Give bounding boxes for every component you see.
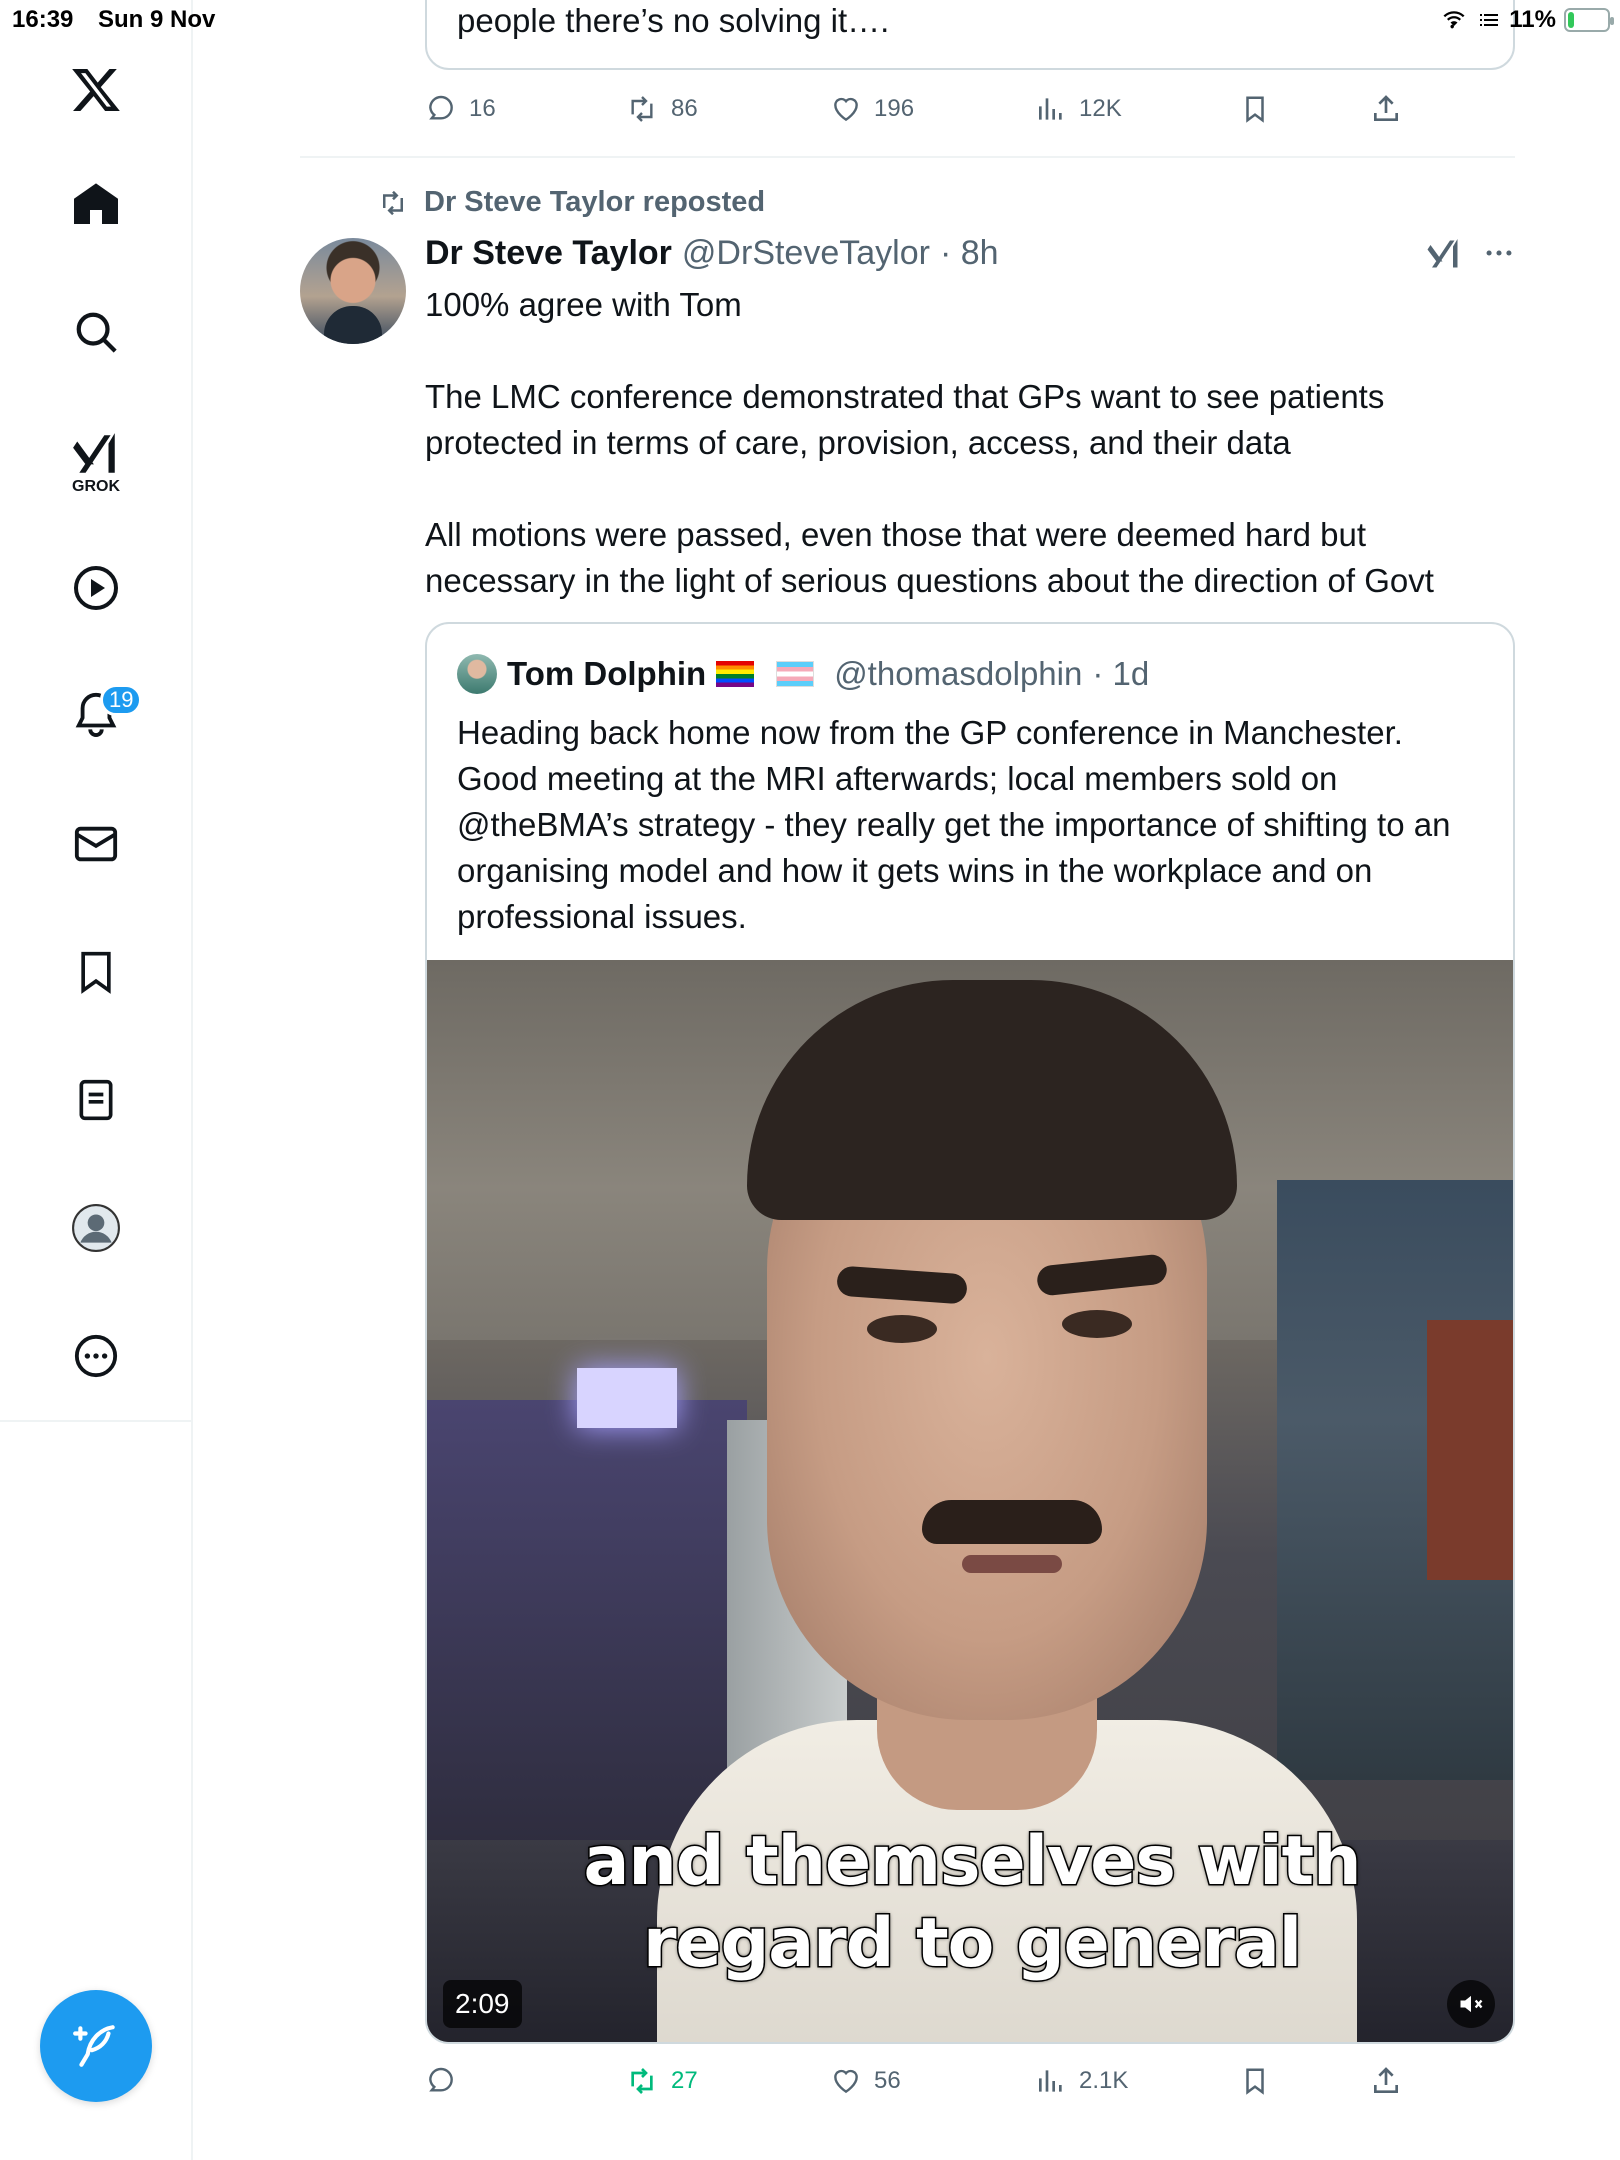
views-count: 12K <box>1079 95 1122 122</box>
views-chart-icon <box>1039 2070 1062 2092</box>
tweet-time[interactable]: · 8h <box>940 234 999 273</box>
tweet-text-paragraph: All motions were passed, even those that… <box>425 516 1434 599</box>
author-handle[interactable]: @DrSteveTaylor <box>682 234 930 273</box>
tweet-text-paragraph: The LMC conference demonstrated that GPs… <box>425 378 1385 461</box>
video-play-icon[interactable] <box>66 558 126 618</box>
search-icon[interactable] <box>66 302 126 362</box>
grok-explain-icon[interactable] <box>1426 236 1462 277</box>
repost-count: 27 <box>671 2067 698 2094</box>
repost-count: 86 <box>671 95 698 122</box>
lists-icon[interactable] <box>66 1070 126 1130</box>
more-options-icon[interactable] <box>66 1326 126 1386</box>
mute-button[interactable] <box>1447 1980 1495 2028</box>
like-button[interactable]: 196 <box>830 93 914 125</box>
status-date: Sun 9 Nov <box>98 6 216 33</box>
x-logo-icon[interactable] <box>66 60 126 120</box>
trans-flag-icon <box>776 661 815 687</box>
video-background-screen <box>577 1368 677 1428</box>
heart-icon <box>834 2069 858 2094</box>
sidebar: GROK 19 <box>0 0 193 2160</box>
views-button[interactable]: 2.1K <box>1035 2065 1128 2097</box>
bookmarks-icon[interactable] <box>66 942 126 1002</box>
share-button[interactable] <box>1370 2065 1402 2097</box>
messages-envelope-icon[interactable] <box>66 814 126 874</box>
repost-icon <box>383 190 403 215</box>
list-icon <box>1480 14 1499 26</box>
repost-button[interactable]: 27 <box>625 2065 698 2097</box>
quote-author-handle[interactable]: @thomasdolphin <box>834 655 1082 693</box>
reply-button[interactable] <box>425 2065 469 2097</box>
tweet-text-paragraph: 100% agree with Tom <box>425 286 742 323</box>
battery-icon <box>1564 8 1614 32</box>
repost-context-label: Dr Steve Taylor reposted <box>424 186 766 218</box>
video-caption-line: and themselves with <box>582 1821 1363 1903</box>
video-person-eye <box>1062 1310 1132 1338</box>
tweet-actions: 27 56 2.1K <box>425 2056 1515 2106</box>
repost-context[interactable]: Dr Steve Taylor reposted <box>376 186 765 219</box>
share-upload-icon <box>1374 95 1398 121</box>
video-person-mouth <box>962 1555 1062 1573</box>
reply-button[interactable]: 16 <box>425 93 496 125</box>
grok-icon[interactable] <box>66 424 126 484</box>
notifications-badge: 19 <box>100 684 143 716</box>
wifi-icon <box>1443 11 1465 29</box>
rainbow-flag-icon <box>716 661 755 687</box>
quote-author-name[interactable]: Tom Dolphin <box>507 655 706 693</box>
sidebar-divider <box>0 1420 193 1422</box>
views-count: 2.1K <box>1079 2067 1129 2094</box>
video-background-building <box>1427 1320 1513 1580</box>
status-time: 16:39 <box>12 6 74 33</box>
repost-button[interactable]: 86 <box>625 93 698 125</box>
status-right: 11% <box>1439 6 1614 34</box>
home-icon[interactable] <box>66 174 126 234</box>
tweet-header: Dr Steve Taylor @DrSteveTaylor · 8h <box>425 234 999 273</box>
video-person-mustache <box>922 1500 1102 1544</box>
like-count: 56 <box>874 2067 901 2094</box>
views-button[interactable]: 12K <box>1035 93 1122 125</box>
reply-bubble-icon <box>429 2067 453 2092</box>
bookmark-icon <box>1246 96 1264 123</box>
reply-count: 16 <box>469 95 496 122</box>
quote-time[interactable]: · 1d <box>1092 655 1149 693</box>
video-player[interactable]: and themselves with regard to general 2:… <box>427 960 1513 2042</box>
like-button[interactable]: 56 <box>830 2065 901 2097</box>
bookmark-button[interactable] <box>1240 93 1270 125</box>
quote-header: Tom Dolphin @thomasdolphin · 1d <box>457 654 1149 694</box>
video-duration: 2:09 <box>443 1980 522 2028</box>
previous-tweet-actions: 16 86 196 12K <box>425 84 1515 134</box>
quote-author-avatar[interactable] <box>457 654 497 694</box>
bookmark-button[interactable] <box>1240 2065 1270 2097</box>
status-bar: 16:39 Sun 9 Nov 11% <box>0 0 1620 40</box>
reply-bubble-icon <box>429 95 453 120</box>
profile-avatar-icon[interactable] <box>66 1198 126 1258</box>
like-count: 196 <box>874 95 915 122</box>
heart-icon <box>834 97 858 122</box>
grok-label: GROK <box>72 478 120 495</box>
video-caption-line: regard to general <box>641 1903 1303 1985</box>
repost-icon <box>631 96 653 122</box>
quote-text: Heading back home now from the GP confer… <box>457 714 1451 935</box>
author-avatar[interactable] <box>300 238 406 344</box>
more-menu-icon[interactable] <box>1482 236 1516 275</box>
share-upload-icon <box>1374 2067 1398 2093</box>
video-person-eye <box>867 1315 937 1343</box>
share-button[interactable] <box>1370 93 1402 125</box>
author-name[interactable]: Dr Steve Taylor <box>425 234 672 273</box>
repost-icon <box>631 2068 653 2094</box>
speaker-muted-icon <box>1460 1995 1483 2013</box>
bookmark-icon <box>1246 2068 1264 2095</box>
quote-tweet-card[interactable]: Tom Dolphin @thomasdolphin · 1d Heading … <box>425 622 1515 2044</box>
tweet-separator <box>300 156 1515 158</box>
views-chart-icon <box>1039 98 1062 120</box>
compose-post-button[interactable] <box>40 1990 152 2102</box>
battery-percent: 11% <box>1509 6 1556 33</box>
feather-plus-icon <box>73 2025 115 2067</box>
